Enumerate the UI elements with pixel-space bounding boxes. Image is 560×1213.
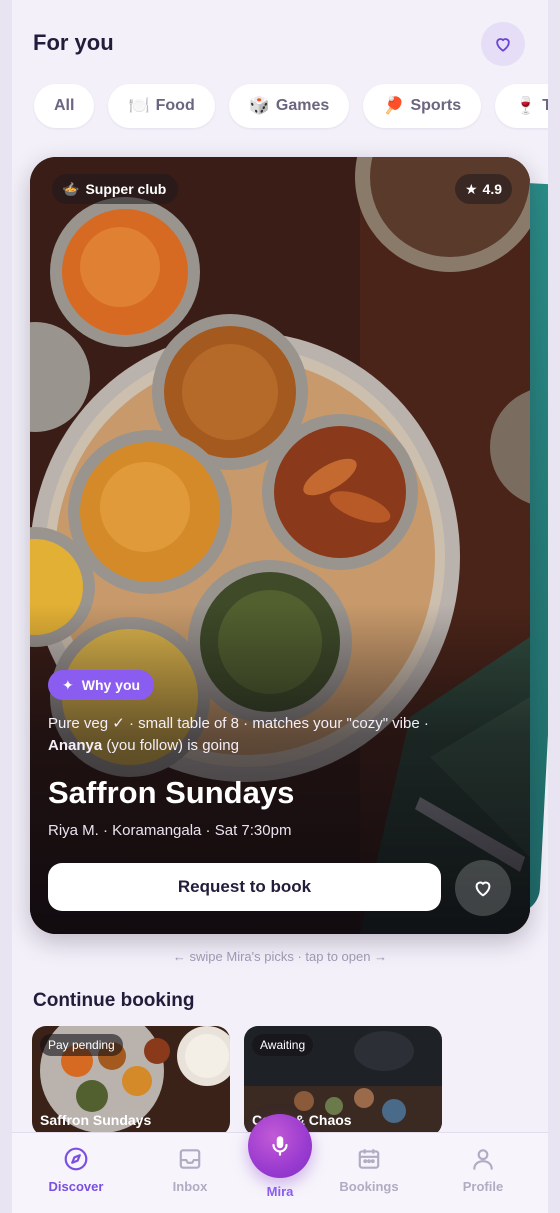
- save-event-button[interactable]: [455, 860, 511, 916]
- filter-chips: All 🍽️ Food 🎲 Games 🏓 Sports 🍷 Ta: [34, 84, 548, 128]
- chip-label: Ta: [542, 97, 548, 114]
- chip-label: Games: [275, 97, 330, 114]
- why-you-badge[interactable]: ✦ Why you: [48, 670, 155, 700]
- sparkle-icon: ✦: [62, 676, 74, 693]
- rating-value: 4.9: [482, 181, 502, 197]
- page-title: For you: [33, 30, 114, 55]
- chip-all[interactable]: All: [34, 84, 95, 128]
- booking-title: Saffron Sundays: [40, 1112, 152, 1128]
- category-label: Supper club: [85, 181, 167, 197]
- person-icon: [473, 1149, 493, 1170]
- tab-label: Bookings: [339, 1179, 399, 1194]
- tab-label: Profile: [462, 1179, 504, 1194]
- heart-icon: [475, 881, 491, 897]
- chip-sports[interactable]: 🏓 Sports: [363, 84, 482, 128]
- app-screen: For you All 🍽️ Food 🎲 Games 🏓 Sports 🍷 Ta: [12, 0, 548, 1213]
- rating-badge: ★ 4.9: [454, 174, 512, 204]
- status-badge: Awaiting: [252, 1034, 314, 1056]
- plate-icon: 🍽️: [128, 96, 150, 115]
- event-title: Saffron Sundays: [48, 775, 295, 810]
- heart-icon: [496, 38, 510, 52]
- chip-tasting[interactable]: 🍷 Ta: [495, 84, 548, 128]
- recommendation-reason: Pure veg ✓ · small table of 8 · matches …: [48, 713, 518, 757]
- category-tag: 🍲 Supper club: [52, 174, 179, 204]
- bowl-icon: 🍲: [62, 180, 80, 197]
- chip-food[interactable]: 🍽️ Food: [108, 84, 215, 128]
- chip-label: All: [54, 97, 75, 114]
- tab-label: Discover: [48, 1179, 104, 1194]
- tab-discover[interactable]: Discover: [36, 1145, 116, 1194]
- compass-icon: [64, 1147, 88, 1171]
- microphone-icon: [272, 1136, 288, 1156]
- why-label: Why you: [81, 677, 141, 693]
- tab-profile[interactable]: Profile: [443, 1145, 523, 1194]
- ping-pong-icon: 🏓: [383, 96, 405, 115]
- status-badge: Pay pending: [40, 1034, 123, 1056]
- reason-text-tail: (you follow) is going: [102, 737, 239, 754]
- booking-card[interactable]: Pay pending Saffron Sundays: [32, 1026, 230, 1136]
- tab-label: Inbox: [172, 1179, 208, 1194]
- favorites-button[interactable]: [481, 22, 525, 66]
- mira-voice-button[interactable]: [248, 1114, 312, 1178]
- chip-label: Sports: [410, 97, 462, 114]
- reason-text: Pure veg ✓ · small table of 8 · matches …: [48, 715, 429, 732]
- chip-label: Food: [155, 97, 195, 114]
- swipe-hint: ← swipe Mira's picks · tap to open →: [172, 949, 388, 964]
- section-title: Continue booking: [33, 990, 195, 1011]
- chip-games[interactable]: 🎲 Games: [228, 84, 350, 128]
- friend-name: Ananya: [48, 737, 103, 754]
- inbox-icon: [179, 1149, 201, 1169]
- calendar-icon: [358, 1149, 380, 1169]
- wine-glass-icon: 🍷: [515, 96, 537, 115]
- request-to-book-button[interactable]: Request to book: [48, 863, 441, 911]
- dice-icon: 🎲: [248, 96, 270, 115]
- tab-inbox[interactable]: Inbox: [150, 1145, 230, 1194]
- tab-label-mira: Mira: [266, 1184, 294, 1199]
- star-icon: ★: [464, 180, 478, 197]
- featured-event-card[interactable]: 🍲 Supper club ★ 4.9 ✦ Why you Pure veg ✓…: [30, 157, 530, 934]
- tab-bookings[interactable]: Bookings: [329, 1145, 409, 1194]
- event-meta: Riya M. · Koramangala · Sat 7:30pm: [48, 822, 292, 839]
